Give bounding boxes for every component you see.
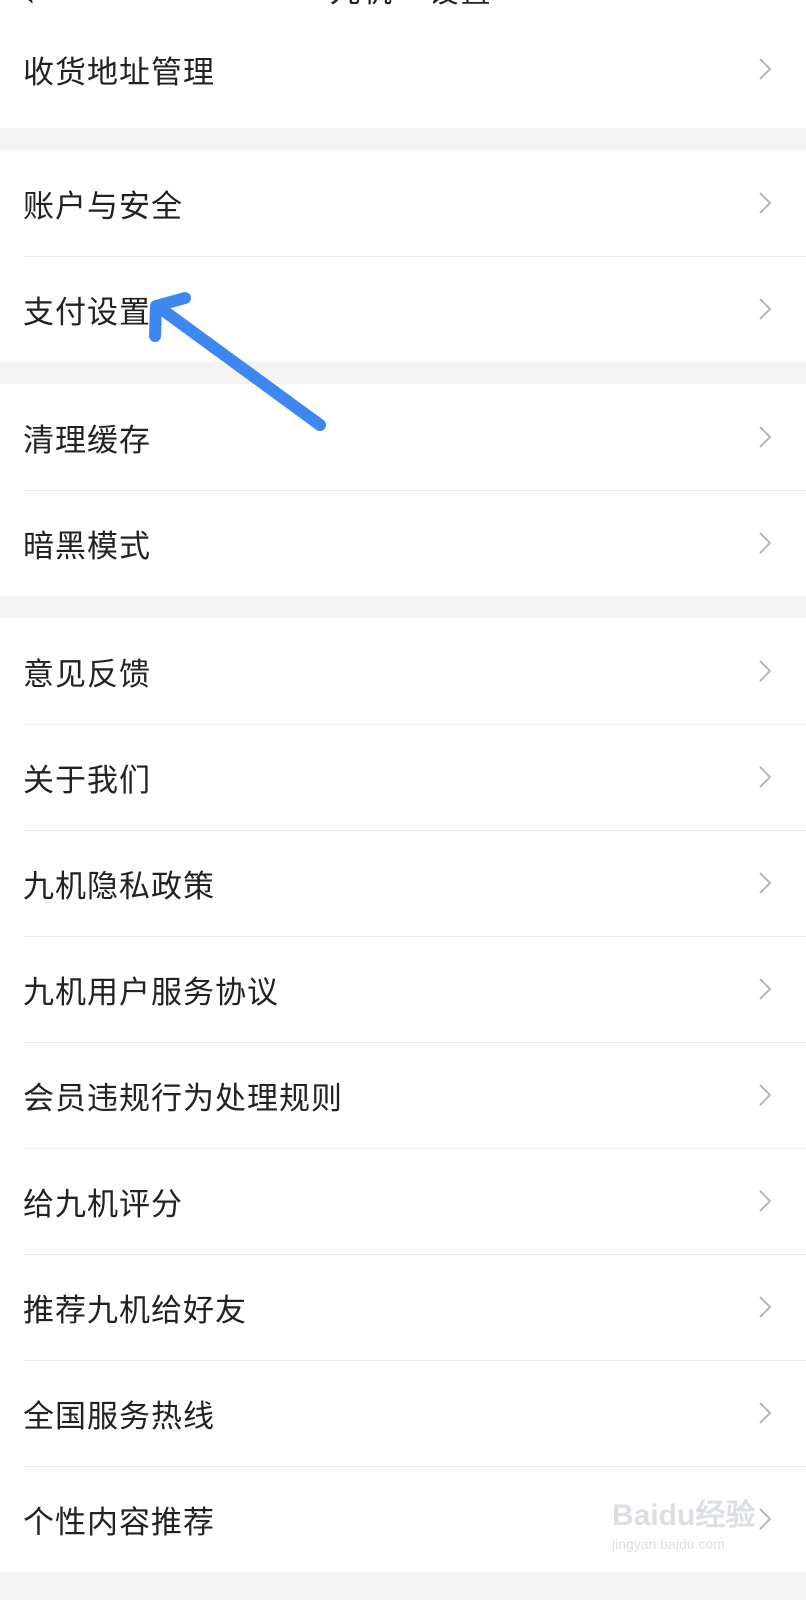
settings-item-label: 收货地址管理 — [23, 54, 215, 91]
settings-item-violation-rules[interactable]: 会员违规行为处理规则 — [0, 1042, 806, 1148]
chevron-right-icon — [754, 765, 776, 789]
settings-item-about-us[interactable]: 关于我们 — [0, 724, 806, 830]
navigation-bar: ‹ 九机 · 设置 — [0, 0, 806, 10]
watermark-logo: Baidu经验 — [612, 1499, 756, 1532]
chevron-right-icon — [754, 1401, 776, 1425]
chevron-right-icon — [754, 1295, 776, 1319]
settings-item-address[interactable]: 收货地址管理 — [0, 10, 806, 128]
settings-item-label: 给九机评分 — [23, 1186, 183, 1223]
settings-item-clear-cache[interactable]: 清理缓存 — [0, 384, 806, 490]
settings-item-label: 全国服务热线 — [23, 1398, 215, 1435]
back-icon[interactable]: ‹ — [22, 0, 36, 10]
chevron-right-icon — [754, 1083, 776, 1107]
settings-group-account: 账户与安全 支付设置 — [0, 150, 806, 362]
chevron-right-icon — [754, 871, 776, 895]
settings-item-label: 支付设置 — [23, 294, 151, 331]
chevron-right-icon — [754, 1189, 776, 1213]
settings-item-label: 账户与安全 — [23, 188, 183, 225]
settings-item-rate-app[interactable]: 给九机评分 — [0, 1148, 806, 1254]
page-title: 九机 · 设置 — [330, 0, 493, 8]
chevron-right-icon — [754, 977, 776, 1001]
settings-group-about: 意见反馈 关于我们 九机隐私政策 九机用户服务协议 会员违规行为处理规则 给九机… — [0, 618, 806, 1572]
settings-item-label: 九机用户服务协议 — [23, 974, 279, 1011]
settings-item-feedback[interactable]: 意见反馈 — [0, 618, 806, 724]
chevron-right-icon — [754, 531, 776, 555]
settings-group-storage: 清理缓存 暗黑模式 — [0, 384, 806, 596]
settings-item-recommend-friend[interactable]: 推荐九机给好友 — [0, 1254, 806, 1360]
settings-group-address: 收货地址管理 — [0, 10, 806, 128]
settings-item-label: 意见反馈 — [23, 656, 151, 693]
chevron-right-icon — [754, 425, 776, 449]
chevron-right-icon — [754, 297, 776, 321]
settings-item-label: 清理缓存 — [23, 422, 151, 459]
settings-item-label: 暗黑模式 — [23, 528, 151, 565]
settings-item-user-agreement[interactable]: 九机用户服务协议 — [0, 936, 806, 1042]
watermark-url: jingyan.baidu.com — [612, 1536, 725, 1552]
settings-item-privacy-policy[interactable]: 九机隐私政策 — [0, 830, 806, 936]
settings-item-payment[interactable]: 支付设置 — [0, 256, 806, 362]
settings-item-service-hotline[interactable]: 全国服务热线 — [0, 1360, 806, 1466]
chevron-right-icon — [754, 191, 776, 215]
settings-item-label: 推荐九机给好友 — [23, 1292, 247, 1329]
chevron-right-icon — [754, 57, 776, 81]
settings-item-label: 九机隐私政策 — [23, 868, 215, 905]
watermark: Baidu经验 jingyan.baidu.com — [612, 1490, 762, 1560]
settings-item-label: 关于我们 — [23, 762, 151, 799]
chevron-right-icon — [754, 659, 776, 683]
settings-item-dark-mode[interactable]: 暗黑模式 — [0, 490, 806, 596]
settings-item-account-security[interactable]: 账户与安全 — [0, 150, 806, 256]
settings-item-label: 会员违规行为处理规则 — [23, 1080, 343, 1117]
